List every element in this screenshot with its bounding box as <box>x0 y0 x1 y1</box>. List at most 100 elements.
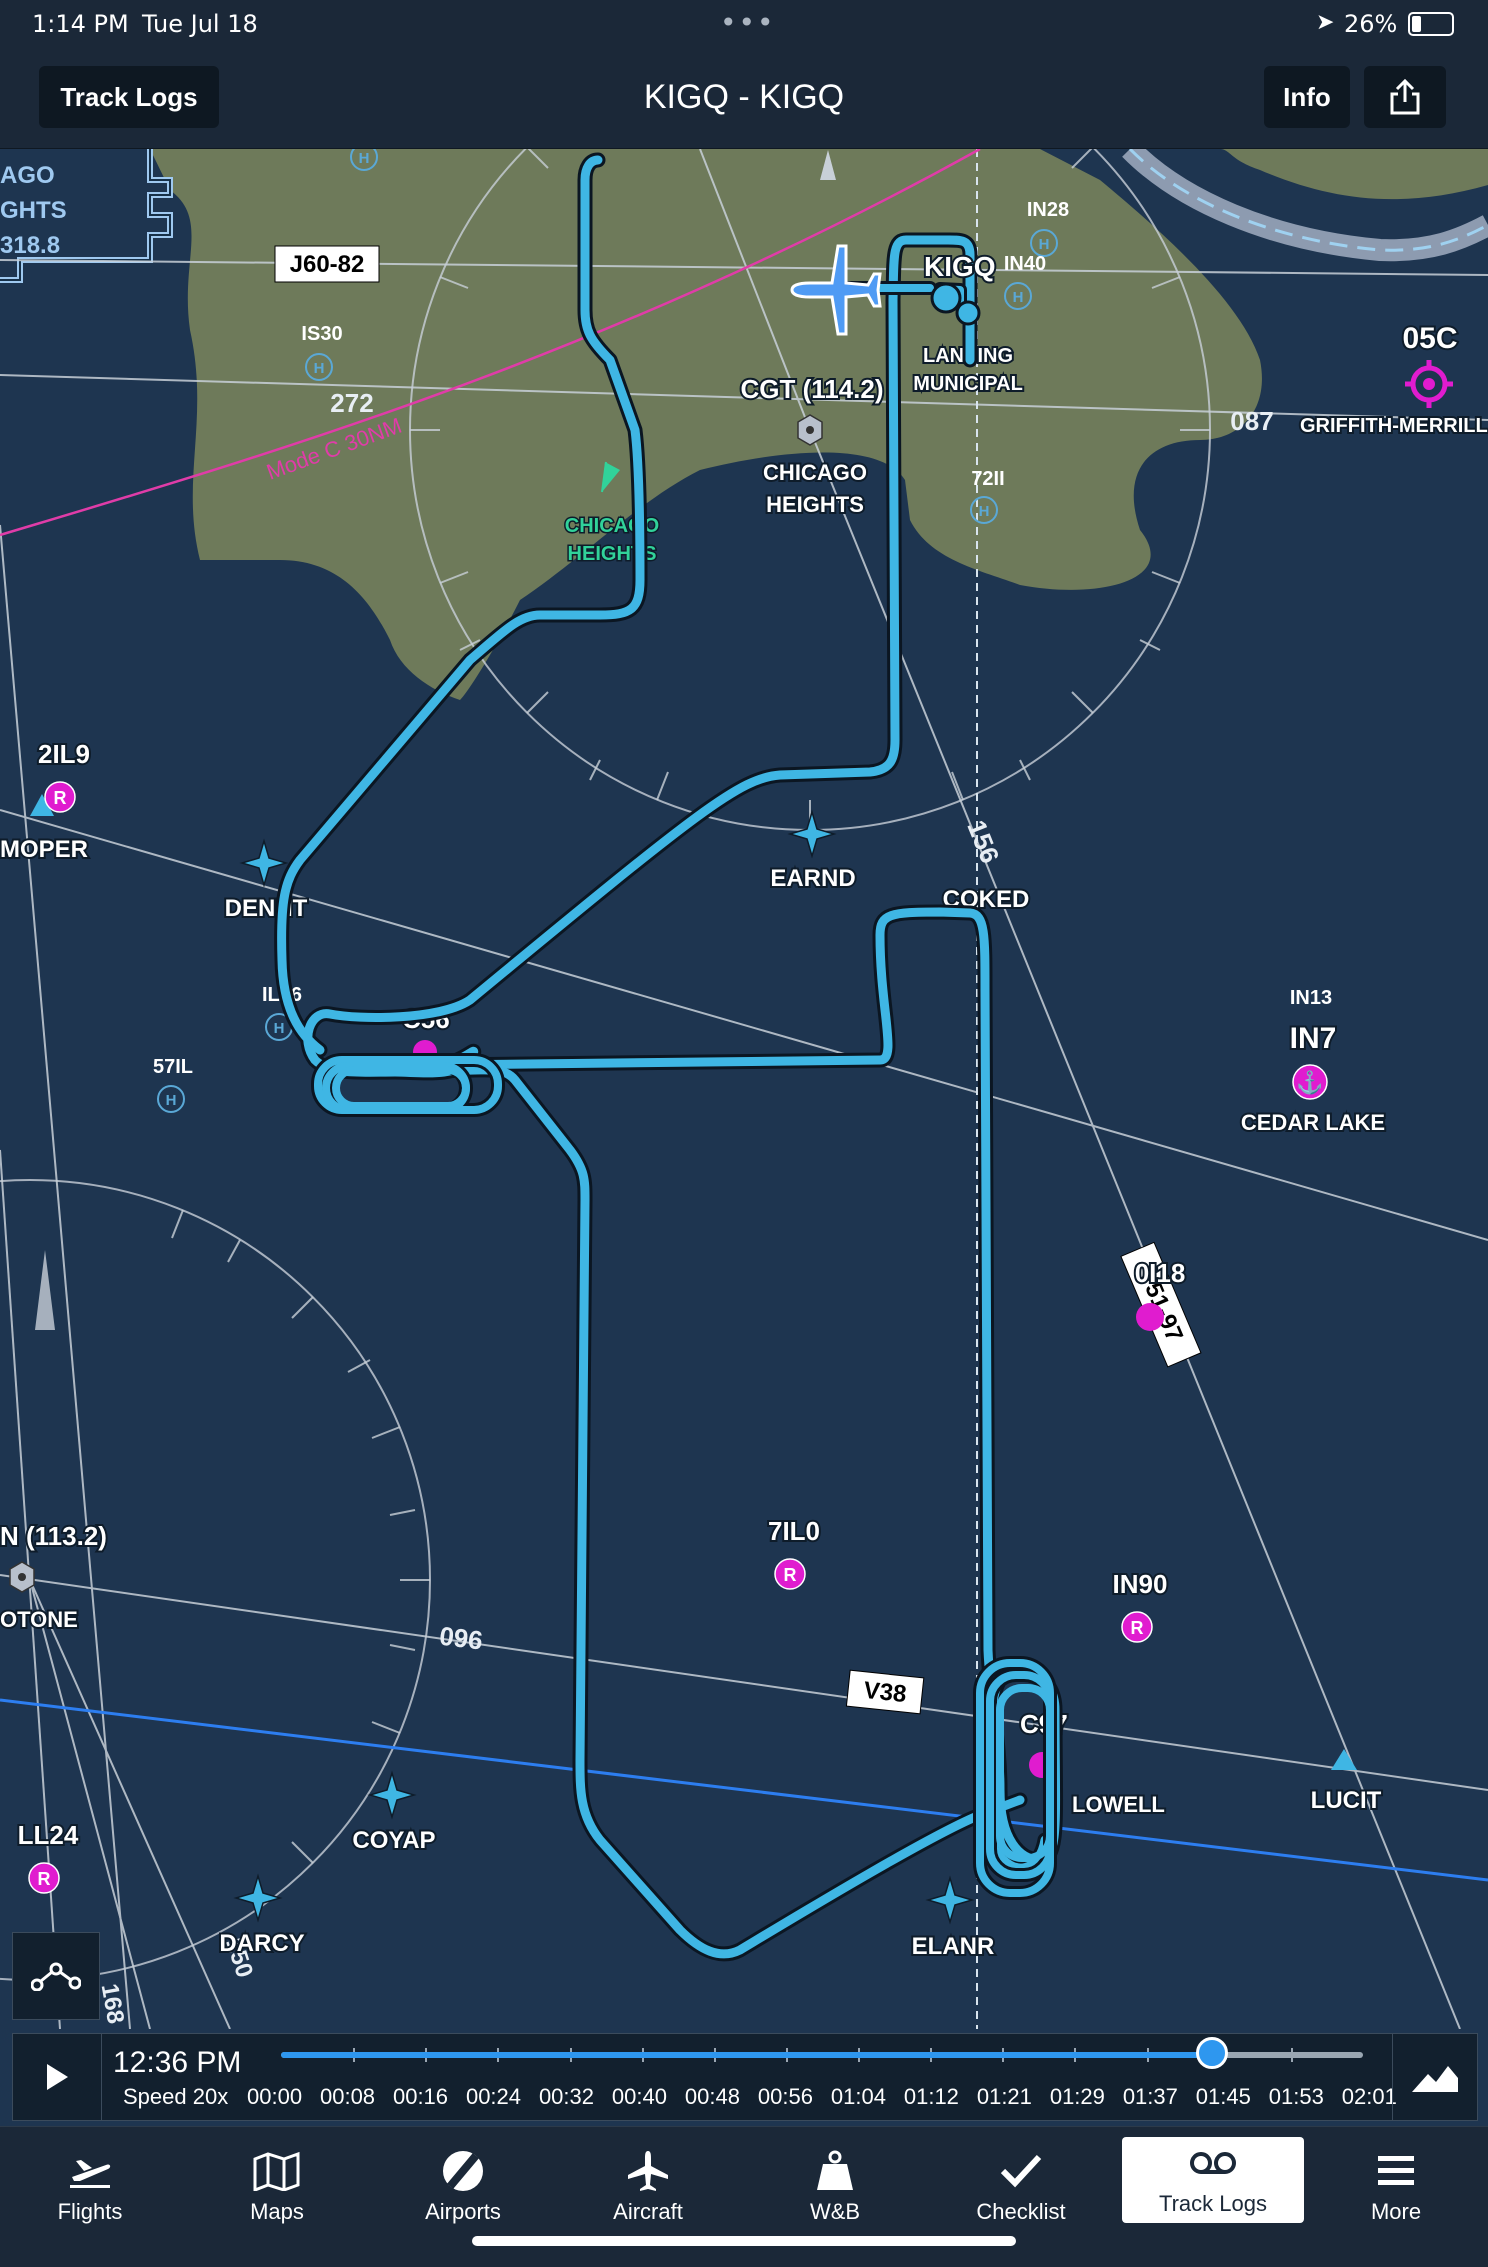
vor-otone-freq: N (113.2) <box>0 1521 107 1551</box>
airport-2il9-label: 2IL9 <box>38 739 90 769</box>
route-toggle-button[interactable] <box>12 1932 100 2020</box>
tab-track-logs[interactable]: Track Logs <box>1122 2137 1304 2223</box>
playback-slider-knob[interactable] <box>1195 2037 1228 2069</box>
tab-flights[interactable]: Flights <box>10 2127 170 2227</box>
playback-tick-2: 00:16 <box>392 2084 449 2109</box>
airport-kigq-name-2: MUNICIPAL <box>913 373 1023 395</box>
airport-ll24-icon[interactable] <box>28 1862 60 1894</box>
weight-icon <box>815 2143 855 2199</box>
map-icon <box>252 2143 302 2199</box>
airport-in7-icon[interactable]: ⚓ <box>1292 1064 1328 1100</box>
tab-more[interactable]: More <box>1316 2127 1476 2227</box>
tab-label: Checklist <box>976 2199 1066 2224</box>
status-date: Tue Jul 18 <box>142 10 258 38</box>
vor-cgt-label: CGT (114.2) <box>740 374 883 404</box>
tab-checklist[interactable]: Checklist <box>941 2127 1101 2227</box>
tab-label: Maps <box>250 2199 304 2224</box>
airway-j60-82-label: J60-82 <box>290 251 365 278</box>
playback-tick-12: 01:37 <box>1122 2084 1178 2109</box>
airport-ll24-label: LL24 <box>18 1820 79 1850</box>
fix-darcy-label: DARCY <box>219 1930 304 1957</box>
tab-maps[interactable]: Maps <box>197 2127 357 2227</box>
playback-tick-5: 00:40 <box>611 2084 667 2109</box>
home-indicator[interactable] <box>472 2236 1016 2246</box>
heliport-is30-label: IS30 <box>301 323 342 345</box>
playback-tick-7: 00:56 <box>757 2084 813 2109</box>
playback-tick-8: 01:04 <box>830 2084 886 2109</box>
fix-dennt-label: DENNT <box>225 895 308 922</box>
vor-otone-name: OTONE <box>0 1607 78 1632</box>
airport-7il0-label: 7IL0 <box>768 1516 820 1546</box>
fix-earnd-label: EARND <box>770 865 855 892</box>
airport-icon <box>441 2143 485 2199</box>
airport-2il9-icon[interactable] <box>44 781 76 813</box>
route-icon <box>31 1962 81 1991</box>
elevation-profile-button[interactable] <box>1392 2034 1477 2120</box>
map-view[interactable]: H R AGO GHTS 318.8 <box>0 149 1488 2029</box>
heliport-in13-label: IN13 <box>1290 987 1332 1009</box>
chicago-class-b-label-3: 318.8 <box>0 232 60 259</box>
airport-0i18-icon[interactable] <box>1136 1303 1164 1331</box>
heliport-in28-label: IN28 <box>1027 199 1069 221</box>
elevation-profile-icon <box>1412 2066 1458 2092</box>
airport-in7-label: IN7 <box>1290 1022 1337 1055</box>
page-title: KIGQ - KIGQ <box>643 78 845 116</box>
radial-096: 096 <box>438 1621 485 1656</box>
playback-bar: 12:36 PM Speed 20x 00:00 00:08 00:16 00:24 0… <box>12 2033 1478 2121</box>
tab-label: Airports <box>425 2199 501 2224</box>
airport-in7-name: CEDAR LAKE <box>1241 1110 1385 1135</box>
airport-05c-name: GRIFFITH-MERRILL <box>1300 415 1488 437</box>
vor-cgt-icon[interactable] <box>797 414 823 446</box>
play-icon <box>47 2064 68 2090</box>
playback-ticks: 00:00 00:08 00:16 00:24 00:32 00:40 00:48 00:56… <box>247 2084 1397 2110</box>
airplane-icon <box>626 2143 670 2199</box>
radial-272: 272 <box>330 388 373 418</box>
tab-label: Flights <box>57 2199 123 2224</box>
play-button[interactable] <box>13 2034 102 2120</box>
tab-label: More <box>1370 2199 1422 2224</box>
track-logs-icon <box>1189 2137 1237 2191</box>
playback-tick-10: 01:21 <box>976 2084 1032 2109</box>
heliport-57il-label: 57IL <box>153 1056 193 1078</box>
playback-tick-0: 00:00 <box>247 2084 303 2109</box>
playback-tick-mark <box>1290 2048 1293 2062</box>
tab-label: Aircraft <box>613 2199 683 2224</box>
airplane-takeoff-icon <box>66 2143 114 2199</box>
tab-aircraft[interactable]: Aircraft <box>568 2127 728 2227</box>
vor-otone-icon[interactable] <box>9 1561 35 1593</box>
tab-label: Track Logs <box>1158 2191 1267 2216</box>
tab-label: W&B <box>809 2199 861 2224</box>
airport-c97-name: LOWELL <box>1072 1792 1165 1817</box>
tab-airports[interactable]: Airports <box>383 2127 543 2227</box>
playback-time: 12:36 PM <box>113 2046 242 2079</box>
playback-tick-3: 00:24 <box>465 2084 522 2109</box>
airway-v38-label: V38 <box>862 1677 907 1708</box>
chicago-class-b-label-2: GHTS <box>0 197 67 224</box>
fix-elanr-label: ELANR <box>912 1933 995 1960</box>
airport-7il0-icon[interactable] <box>774 1558 806 1590</box>
airport-in90-label: IN90 <box>1113 1569 1168 1599</box>
status-bar: 1:14 PM Tue Jul 18 ••• ➤ 26% <box>0 0 1488 48</box>
playback-tick-14: 01:53 <box>1268 2084 1324 2109</box>
battery-icon <box>1408 12 1454 36</box>
playback-tick-6: 00:48 <box>684 2084 740 2109</box>
multitasking-dots-icon[interactable]: ••• <box>720 6 776 39</box>
heliport-in40-label: IN40 <box>1004 253 1046 275</box>
menu-icon <box>1376 2143 1416 2199</box>
fix-moper-label: MOPER <box>0 836 88 863</box>
location-arrow-icon: ➤ <box>1316 10 1335 35</box>
playback-tick-15: 02:01 <box>1341 2084 1397 2109</box>
status-time: 1:14 PM <box>32 10 129 38</box>
radial-087: 087 <box>1230 406 1273 436</box>
playback-speed[interactable]: Speed 20x <box>123 2084 228 2110</box>
playback-tick-11: 01:29 <box>1049 2084 1105 2109</box>
heliport-72ii-label: 72II <box>971 468 1004 490</box>
airport-kigq-label: KIGQ <box>924 251 996 282</box>
playback-tick-1: 00:08 <box>319 2084 376 2109</box>
playback-slider[interactable] <box>281 2037 1363 2069</box>
battery-percent: 26% <box>1344 10 1398 38</box>
vor-cgt-name-2: HEIGHTS <box>766 492 864 517</box>
airport-in90-icon[interactable] <box>1121 1611 1153 1643</box>
tab-w-b[interactable]: W&B <box>755 2127 915 2227</box>
fix-coyap-label: COYAP <box>352 1827 435 1854</box>
